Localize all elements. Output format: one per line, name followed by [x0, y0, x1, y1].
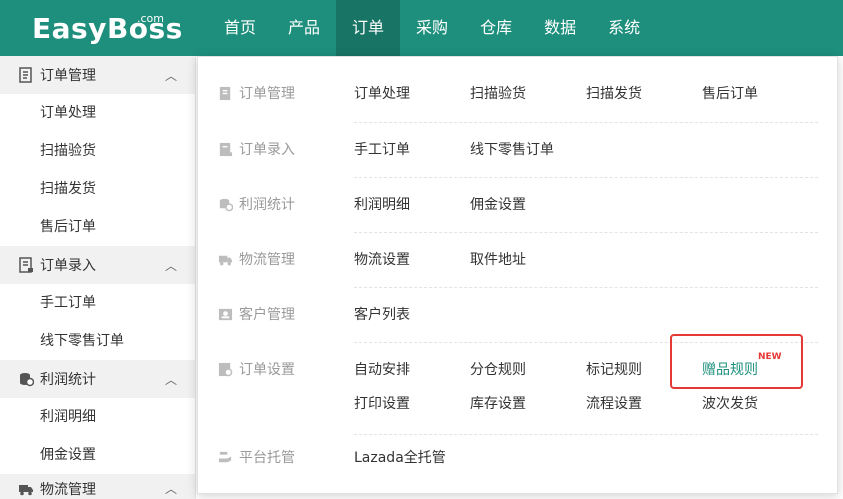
chevron-up-icon[interactable]: ︿: [165, 67, 177, 84]
nav-system[interactable]: 系统: [592, 0, 656, 56]
order-entry-icon: [19, 257, 33, 273]
menu-category: 平台托管: [218, 447, 295, 467]
menu-row-logistics: 物流管理 物流设置 取件地址: [218, 233, 818, 288]
sidebar-group-profit-stats[interactable]: 利润统计 ︿: [0, 360, 195, 398]
menu-category-label: 利润统计: [239, 197, 295, 213]
highlight-box: [670, 334, 803, 389]
chevron-up-icon[interactable]: ︿: [165, 480, 177, 497]
menu-link-scan-ship[interactable]: 扫描发货: [586, 83, 642, 103]
hand-platform-icon: [218, 451, 232, 462]
sidebar-item-after-sales[interactable]: 售后订单: [0, 208, 195, 246]
chevron-up-icon[interactable]: ︿: [165, 371, 177, 388]
menu-link-scan-inspect[interactable]: 扫描验货: [470, 83, 526, 103]
sidebar-group-label: 物流管理: [40, 482, 96, 498]
menu-link-commission-settings[interactable]: 佣金设置: [470, 194, 526, 214]
coins-icon: [20, 373, 34, 387]
menu-category: 客户管理: [218, 304, 295, 324]
top-navigation-bar: EasyBoss .com 首页 产品 订单 采购 仓库 数据 系统: [0, 0, 843, 56]
order-list-icon: [19, 67, 32, 83]
sidebar-item-manual-order[interactable]: 手工订单: [0, 284, 195, 322]
menu-category-label: 物流管理: [239, 252, 295, 268]
menu-category-label: 订单录入: [239, 142, 295, 158]
nav-warehouse[interactable]: 仓库: [464, 0, 528, 56]
truck-icon: [19, 485, 33, 496]
order-entry-icon: [219, 142, 233, 156]
nav-orders[interactable]: 订单: [336, 0, 401, 56]
chevron-up-icon[interactable]: ︿: [165, 257, 177, 274]
menu-link-inventory-settings[interactable]: 库存设置: [470, 393, 526, 413]
menu-link-auto-arrange[interactable]: 自动安排: [354, 359, 410, 379]
menu-row-order-management: 订单管理 订单处理 扫描验货 扫描发货 售后订单: [218, 77, 818, 123]
menu-link-offline-retail-order[interactable]: 线下零售订单: [470, 139, 554, 159]
main-nav: 首页 产品 订单 采购 仓库 数据 系统: [208, 0, 656, 56]
menu-link-customer-list[interactable]: 客户列表: [354, 304, 410, 324]
nav-products[interactable]: 产品: [272, 0, 336, 56]
sidebar-item-commission-settings[interactable]: 佣金设置: [0, 436, 195, 474]
menu-category: 利润统计: [218, 194, 295, 214]
sidebar-group-label: 订单录入: [40, 258, 96, 274]
menu-category: 订单管理: [218, 83, 295, 103]
menu-link-logistics-settings[interactable]: 物流设置: [354, 249, 410, 269]
sidebar-item-scan-ship[interactable]: 扫描发货: [0, 170, 195, 208]
menu-link-pickup-address[interactable]: 取件地址: [470, 249, 526, 269]
menu-row-platform-managed: 平台托管 Lazada全托管: [218, 435, 818, 485]
menu-row-profit-stats: 利润统计 利润明细 佣金设置: [218, 178, 818, 233]
menu-category-label: 平台托管: [239, 450, 295, 466]
sidebar-group-label: 利润统计: [40, 372, 96, 388]
nav-home[interactable]: 首页: [208, 0, 272, 56]
sidebar-item-profit-detail[interactable]: 利润明细: [0, 398, 195, 436]
menu-link-warehouse-rules[interactable]: 分仓规则: [470, 359, 526, 379]
truck-icon: [218, 255, 233, 265]
menu-link-workflow-settings[interactable]: 流程设置: [586, 393, 642, 413]
menu-link-profit-detail[interactable]: 利润明细: [354, 194, 410, 214]
sidebar-group-label: 订单管理: [40, 68, 96, 84]
sidebar: 订单管理 ︿ 订单处理 扫描验货 扫描发货 售后订单 订单录入 ︿ 手工订单 线…: [0, 56, 196, 499]
menu-category: 订单录入: [218, 139, 295, 159]
menu-category-label: 客户管理: [239, 307, 295, 323]
logo-suffix: .com: [137, 12, 164, 25]
nav-purchasing[interactable]: 采购: [400, 0, 464, 56]
sidebar-group-order-entry[interactable]: 订单录入 ︿: [0, 246, 195, 284]
menu-link-manual-order[interactable]: 手工订单: [354, 139, 410, 159]
nav-data[interactable]: 数据: [528, 0, 592, 56]
menu-link-lazada-managed[interactable]: Lazada全托管: [354, 447, 446, 467]
sidebar-item-order-processing[interactable]: 订单处理: [0, 94, 195, 132]
customer-card-icon: [218, 308, 233, 320]
coins-icon: [219, 198, 233, 211]
sidebar-group-logistics[interactable]: 物流管理 ︿: [0, 474, 195, 499]
menu-link-wave-shipping[interactable]: 波次发货: [702, 393, 758, 413]
orders-dropdown-menu: 订单管理 订单处理 扫描验货 扫描发货 售后订单 订单录入 手工订单 线下零售订…: [197, 56, 838, 494]
menu-link-marking-rules[interactable]: 标记规则: [586, 359, 642, 379]
menu-category: 物流管理: [218, 249, 295, 269]
menu-link-order-processing[interactable]: 订单处理: [354, 83, 410, 103]
sidebar-item-offline-retail-order[interactable]: 线下零售订单: [0, 322, 195, 360]
sidebar-item-scan-inspect[interactable]: 扫描验货: [0, 132, 195, 170]
menu-category-label: 订单设置: [239, 362, 295, 378]
settings-doc-icon: [218, 362, 233, 376]
sidebar-group-order-management[interactable]: 订单管理 ︿: [0, 56, 195, 94]
menu-category-label: 订单管理: [239, 86, 295, 102]
menu-link-after-sales[interactable]: 售后订单: [702, 83, 758, 103]
order-list-icon: [219, 86, 231, 100]
menu-category: 订单设置: [218, 359, 295, 379]
menu-row-order-entry: 订单录入 手工订单 线下零售订单: [218, 123, 818, 178]
menu-link-print-settings[interactable]: 打印设置: [354, 393, 410, 413]
